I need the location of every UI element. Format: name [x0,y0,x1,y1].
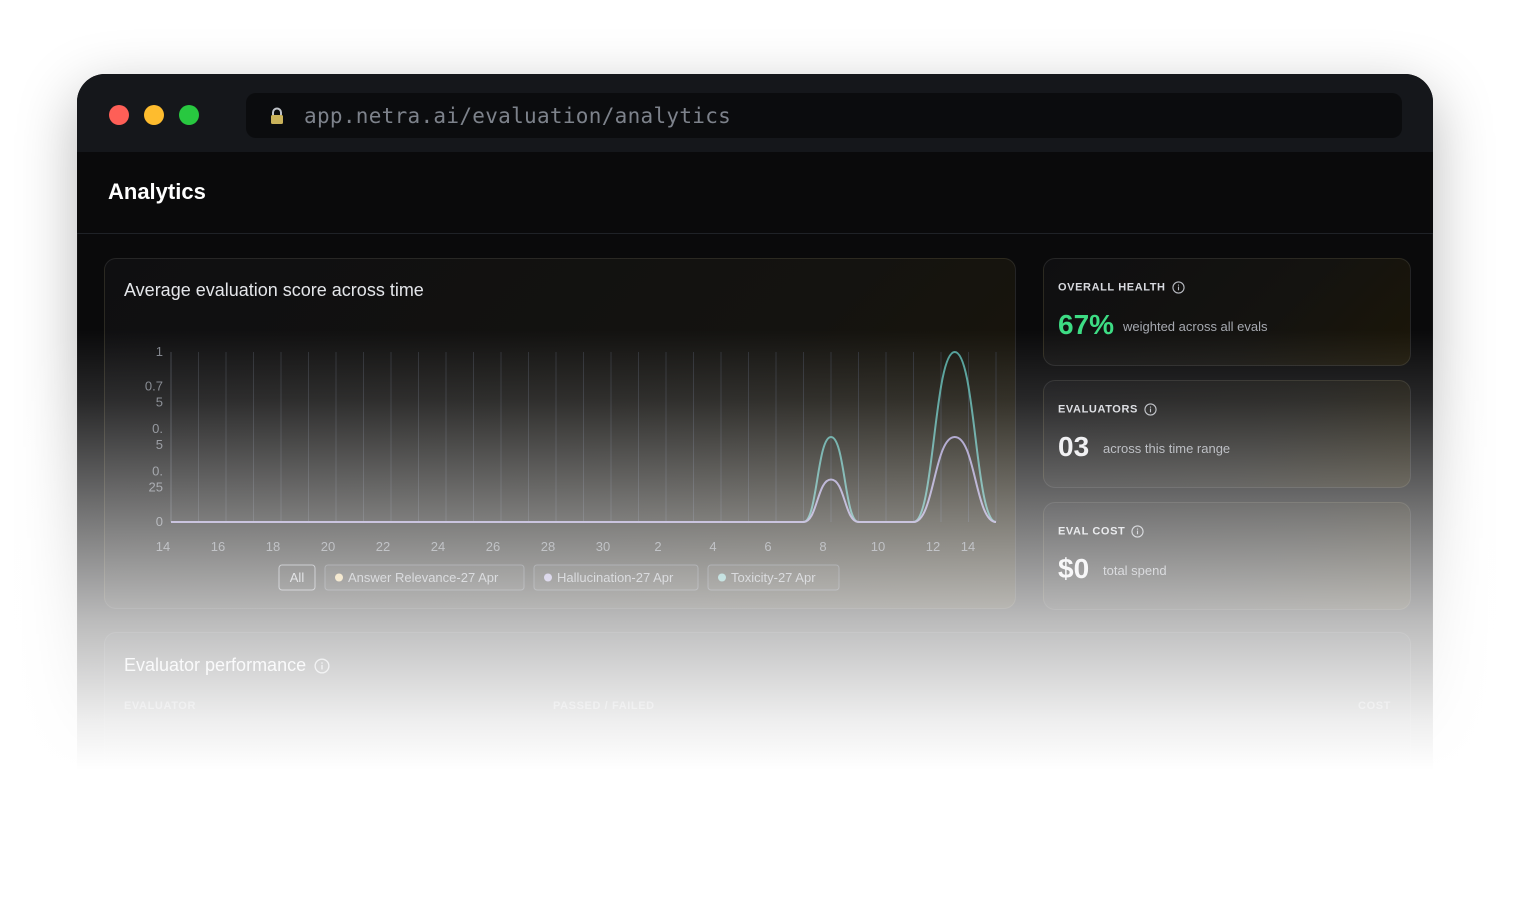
info-icon[interactable] [1131,525,1144,538]
overall-health-sub: weighted across all evals [1123,319,1268,334]
legend-all-filter[interactable]: All [278,564,316,591]
eval-cost-sub: total spend [1103,563,1167,578]
x-tick-label: 30 [596,539,610,554]
x-tick-label: 12 [926,539,940,554]
x-tick-label: 20 [321,539,335,554]
column-header-passed-failed[interactable]: PASSED / FAILED [553,700,655,712]
page-header: Analytics [77,152,1433,234]
legend-swatch [544,573,552,582]
evaluators-card: EVALUATORS 03 across this time range [1043,380,1411,488]
legend-item[interactable]: Hallucination-27 Apr [533,564,699,591]
overall-health-card: OVERALL HEALTH 67% weighted across all e… [1043,258,1411,366]
y-tick-label: 0 [156,514,163,529]
browser-window: app.netra.ai/evaluation/analytics Analyt… [77,74,1433,774]
info-icon[interactable] [314,658,330,674]
y-tick-label: 1 [156,344,163,359]
x-tick-label: 16 [211,539,225,554]
evaluators-sub: across this time range [1103,441,1231,456]
legend-item[interactable]: Toxicity-27 Apr [707,564,840,591]
chart-legend: All Answer Relevance-27 Apr Hallucination-… [278,564,840,591]
legend-label: Hallucination-27 Apr [557,570,674,585]
overall-health-label: OVERALL HEALTH [1058,281,1185,294]
evaluators-value: 03 [1058,431,1090,462]
legend-swatch [335,573,343,582]
x-tick-label: 2 [654,539,661,554]
x-tick-label: 10 [871,539,885,554]
eval-cost-card: EVAL COST $0 total spend [1043,502,1411,610]
legend-all-label: All [290,570,305,585]
browser-titlebar: app.netra.ai/evaluation/analytics [77,74,1433,153]
y-axis-ticks: 1 0.7 5 0. 5 0. 25 0 [145,344,163,529]
page-title: Analytics [108,179,206,204]
address-bar[interactable]: app.netra.ai/evaluation/analytics [246,93,1402,138]
x-tick-label: 28 [541,539,555,554]
info-icon[interactable] [1144,403,1157,416]
score-chart-card: Average evaluation score across time 1 0.… [104,258,1016,609]
evaluators-label: EVALUATORS [1058,403,1157,416]
minimize-window-button[interactable] [144,105,164,125]
url-text: app.netra.ai/evaluation/analytics [304,104,732,128]
x-tick-label: 24 [431,539,445,554]
x-tick-label: 6 [764,539,771,554]
x-tick-label: 22 [376,539,390,554]
eval-cost-label: EVAL COST [1058,525,1144,538]
score-line-chart: 10.7 50. 50. 250 14 16 18 20 22 24 26 28 30 2 4 6 8 10 12… [145,344,997,591]
evaluator-performance-card: Evaluator performance EVALUATOR PASSED /… [104,632,1411,774]
legend-swatch [718,573,726,582]
overall-health-value: 67% [1058,309,1115,340]
y-tick-label: 0. 5 [152,421,163,452]
legend-label: Answer Relevance-27 Apr [348,570,499,585]
legend-label: Toxicity-27 Apr [731,570,816,585]
x-tick-label: 14 [156,539,170,554]
info-icon[interactable] [1171,281,1185,294]
x-tick-label: 14 [961,539,975,554]
y-tick-label: 0.7 5 [145,379,163,410]
x-tick-label: 8 [819,539,826,554]
legend-item[interactable]: Answer Relevance-27 Apr [324,564,525,591]
evaluator-performance-title: Evaluator performance [124,655,330,676]
column-header-cost[interactable]: COST [1358,700,1391,712]
chart-grid [170,352,997,522]
y-tick-label: 0. 25 [149,464,163,495]
x-tick-label: 26 [486,539,500,554]
eval-cost-value: $0 [1058,553,1090,584]
close-window-button[interactable] [109,105,129,125]
lock-icon [271,107,283,124]
x-axis-ticks: 14 16 18 20 22 24 26 28 30 2 4 6 8 10 12 14 [156,539,975,554]
x-tick-label: 4 [709,539,716,554]
x-tick-label: 18 [266,539,280,554]
column-header-evaluator[interactable]: EVALUATOR [124,700,196,712]
maximize-window-button[interactable] [179,105,199,125]
